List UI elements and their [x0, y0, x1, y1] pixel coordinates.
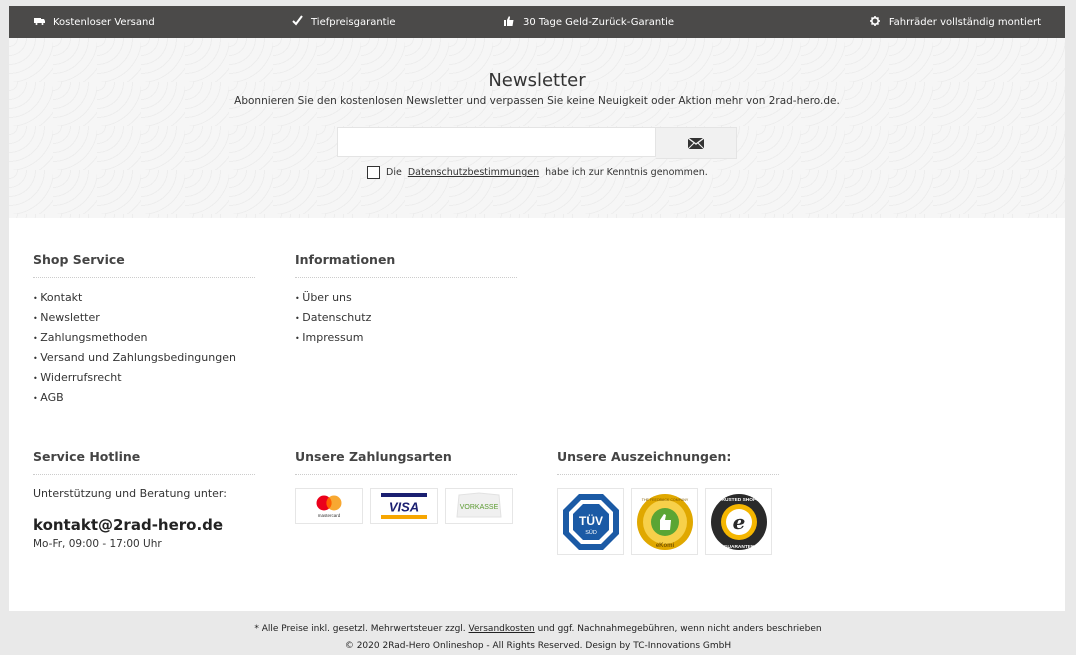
ekomi-sub: eKomi: [655, 543, 674, 549]
thumbs-up-icon: [503, 15, 515, 29]
consent-checkbox[interactable]: [367, 166, 380, 179]
tuv-label: TÜV: [579, 513, 603, 528]
footer-link-list: Über uns Datenschutz Impressum: [295, 288, 517, 348]
footer-awards: Unsere Auszeichnungen: TÜV SÜD THE FEEDB: [557, 449, 779, 555]
visa-label: VISA: [389, 500, 419, 515]
visa-logo: VISA: [370, 488, 438, 524]
legal-vat-suffix: und ggf. Nachnahmegebühren, wenn nicht a…: [537, 624, 822, 634]
trusted-shops-badge: e TRUSTED SHOPS GUARANTEE: [705, 488, 772, 555]
benefit-assembled: Fahrräder vollständig montiert: [869, 6, 1041, 38]
footer-link-versand[interactable]: Versand und Zahlungsbedingungen: [33, 348, 255, 368]
footer-link-widerrufsrecht[interactable]: Widerrufsrecht: [33, 368, 255, 388]
checkmark-icon: [291, 15, 303, 29]
payment-logo-row: mastercard VISA VORKASSE: [295, 488, 517, 524]
mastercard-logo: mastercard: [295, 488, 363, 524]
svg-text:e: e: [732, 510, 745, 534]
vorkasse-logo: VORKASSE: [445, 488, 513, 524]
hotline-subtitle: Unterstützung und Beratung unter:: [33, 487, 227, 500]
footer-informationen: Informationen Über uns Datenschutz Impre…: [295, 252, 517, 348]
benefit-label: 30 Tage Geld-Zurück-Garantie: [523, 16, 675, 28]
award-badge-row: TÜV SÜD THE FEEDBACK COMPANY eKomi e TRU…: [557, 488, 779, 555]
legal-vat-prefix: * Alle Preise inkl. gesetzl. Mehrwertste…: [254, 624, 466, 634]
footer-link-newsletter[interactable]: Newsletter: [33, 308, 255, 328]
footer-link-impressum[interactable]: Impressum: [295, 328, 517, 348]
consent-prefix: Die: [386, 167, 402, 178]
footer-heading: Informationen: [295, 252, 517, 278]
footer-service-hotline: Service Hotline Unterstützung und Beratu…: [33, 449, 255, 550]
footer-heading: Unsere Zahlungsarten: [295, 449, 517, 475]
ekomi-badge: THE FEEDBACK COMPANY eKomi: [631, 488, 698, 555]
newsletter-form: [337, 127, 737, 159]
copyright-notice: © 2020 2Rad-Hero Onlineshop - All Rights…: [344, 641, 732, 651]
benefit-label: Kostenloser Versand: [53, 16, 155, 28]
newsletter-title: Newsletter: [488, 70, 586, 91]
benefit-label: Tiefpreisgarantie: [311, 16, 396, 28]
footer-link-agb[interactable]: AGB: [33, 388, 255, 408]
page-container: Kostenloser Versand Tiefpreisgarantie 30…: [9, 6, 1065, 611]
footer-shop-service: Shop Service Kontakt Newsletter Zahlungs…: [33, 252, 255, 408]
newsletter-consent: Die Datenschutzbestimmungen habe ich zur…: [367, 166, 708, 179]
footer-heading: Unsere Auszeichnungen:: [557, 449, 779, 475]
legal-vat-notice: * Alle Preise inkl. gesetzl. Mehrwertste…: [0, 624, 1076, 634]
hotline-hours: Mo-Fr, 09:00 - 17:00 Uhr: [33, 538, 162, 550]
trusted-shops-label: TRUSTED SHOPS: [718, 497, 760, 503]
privacy-policy-link[interactable]: Datenschutzbestimmungen: [408, 167, 539, 178]
benefits-bar: Kostenloser Versand Tiefpreisgarantie 30…: [9, 6, 1065, 38]
footer-link-list: Kontakt Newsletter Zahlungsmethoden Vers…: [33, 288, 255, 408]
mastercard-label: mastercard: [318, 513, 341, 518]
envelope-icon: [687, 134, 705, 153]
benefit-low-price: Tiefpreisgarantie: [291, 6, 396, 38]
tuv-sub: SÜD: [585, 529, 597, 536]
newsletter-section: Newsletter Abonnieren Sie den kostenlose…: [9, 38, 1065, 218]
ekomi-label: THE FEEDBACK COMPANY: [641, 498, 688, 502]
benefit-money-back: 30 Tage Geld-Zurück-Garantie: [503, 6, 674, 38]
footer-heading: Shop Service: [33, 252, 255, 278]
newsletter-submit-button[interactable]: [656, 127, 737, 159]
consent-suffix: habe ich zur Kenntnis genommen.: [545, 167, 708, 178]
footer-link-datenschutz[interactable]: Datenschutz: [295, 308, 517, 328]
footer-link-ueber-uns[interactable]: Über uns: [295, 288, 517, 308]
benefit-free-shipping: Kostenloser Versand: [33, 6, 155, 38]
tuv-sud-badge: TÜV SÜD: [557, 488, 624, 555]
hotline-email-link[interactable]: kontakt@2rad-hero.de: [33, 516, 255, 534]
footer-link-kontakt[interactable]: Kontakt: [33, 288, 255, 308]
benefit-label: Fahrräder vollständig montiert: [888, 16, 1041, 28]
vorkasse-label: VORKASSE: [460, 504, 499, 511]
truck-icon: [33, 17, 45, 28]
newsletter-email-input[interactable]: [337, 127, 657, 157]
gear-icon: [869, 15, 881, 29]
trusted-shops-sub: GUARANTEE: [723, 544, 754, 550]
footer-link-zahlungsmethoden[interactable]: Zahlungsmethoden: [33, 328, 255, 348]
shipping-costs-link[interactable]: Versandkosten: [469, 624, 535, 634]
footer-payment-methods: Unsere Zahlungsarten mastercard VISA VOR…: [295, 449, 517, 524]
footer-heading: Service Hotline: [33, 449, 255, 475]
newsletter-subtitle: Abonnieren Sie den kostenlosen Newslette…: [234, 95, 840, 107]
